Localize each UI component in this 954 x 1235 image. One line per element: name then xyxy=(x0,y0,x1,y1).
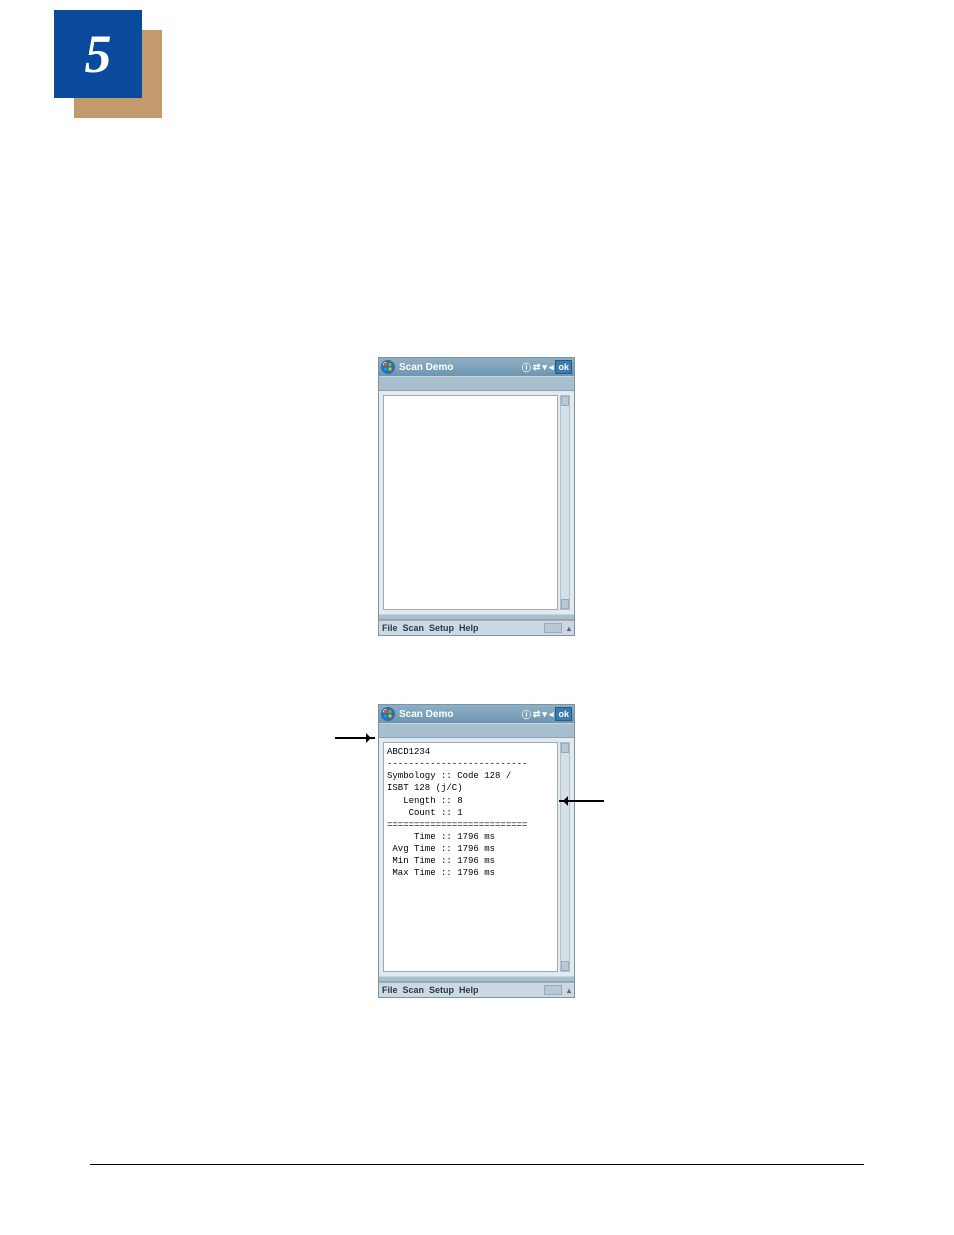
connectivity-icon[interactable]: ⇄ xyxy=(533,709,541,720)
footer-rule xyxy=(90,1164,864,1165)
device-screenshot-1: Scan Demo ⓘ ⇄ ▾ ◂ ok File Scan Setup Hel… xyxy=(379,358,574,635)
scroll-down-button[interactable] xyxy=(561,599,569,609)
subbar xyxy=(379,723,574,738)
device-screenshot-2: Scan Demo ⓘ ⇄ ▾ ◂ ok ABCD1234 ----------… xyxy=(379,705,574,997)
sip-arrow-icon[interactable]: ▴ xyxy=(567,624,571,633)
menu-bar: File Scan Setup Help ▴ xyxy=(379,982,574,997)
ok-button[interactable]: ok xyxy=(555,707,572,721)
vertical-scrollbar[interactable] xyxy=(560,395,570,610)
window-title: Scan Demo xyxy=(399,709,522,720)
scan-output-pane: ABCD1234 -------------------------- Symb… xyxy=(383,742,558,972)
info-icon[interactable]: ⓘ xyxy=(522,708,531,721)
volume-icon[interactable]: ◂ xyxy=(549,362,554,373)
content-area: ABCD1234 -------------------------- Symb… xyxy=(379,738,574,976)
menu-help[interactable]: Help xyxy=(459,623,479,633)
menu-setup[interactable]: Setup xyxy=(429,623,454,633)
vertical-scrollbar[interactable] xyxy=(560,742,570,972)
menu-bar: File Scan Setup Help ▴ xyxy=(379,620,574,635)
menu-help[interactable]: Help xyxy=(459,985,479,995)
windows-start-icon[interactable] xyxy=(381,360,395,374)
volume-icon[interactable]: ◂ xyxy=(549,709,554,720)
callout-arrow-left xyxy=(335,737,375,739)
titlebar: Scan Demo ⓘ ⇄ ▾ ◂ ok xyxy=(379,358,574,376)
menu-scan[interactable]: Scan xyxy=(403,623,425,633)
ok-button[interactable]: ok xyxy=(555,360,572,374)
menu-setup[interactable]: Setup xyxy=(429,985,454,995)
signal-icon[interactable]: ▾ xyxy=(542,709,547,720)
scroll-up-button[interactable] xyxy=(561,743,569,753)
windows-start-icon[interactable] xyxy=(381,707,395,721)
callout-arrow-right xyxy=(559,800,604,802)
scroll-down-button[interactable] xyxy=(561,961,569,971)
status-icons: ⓘ ⇄ ▾ ◂ xyxy=(522,361,554,374)
sip-arrow-icon[interactable]: ▴ xyxy=(567,986,571,995)
info-icon[interactable]: ⓘ xyxy=(522,361,531,374)
connectivity-icon[interactable]: ⇄ xyxy=(533,362,541,373)
titlebar: Scan Demo ⓘ ⇄ ▾ ◂ ok xyxy=(379,705,574,723)
menu-scan[interactable]: Scan xyxy=(403,985,425,995)
chapter-number: 5 xyxy=(85,23,112,85)
window-title: Scan Demo xyxy=(399,362,522,373)
status-icons: ⓘ ⇄ ▾ ◂ xyxy=(522,708,554,721)
menu-file[interactable]: File xyxy=(382,623,398,633)
chapter-badge: 5 xyxy=(54,10,142,98)
keyboard-icon[interactable] xyxy=(544,623,562,633)
signal-icon[interactable]: ▾ xyxy=(542,362,547,373)
subbar xyxy=(379,376,574,391)
scan-output-pane xyxy=(383,395,558,610)
content-area xyxy=(379,391,574,614)
keyboard-icon[interactable] xyxy=(544,985,562,995)
menu-file[interactable]: File xyxy=(382,985,398,995)
scroll-up-button[interactable] xyxy=(561,396,569,406)
